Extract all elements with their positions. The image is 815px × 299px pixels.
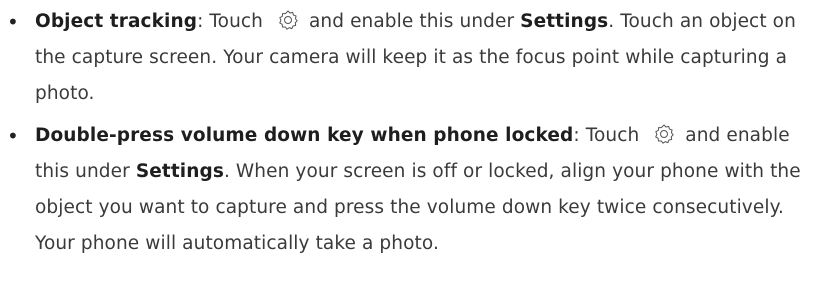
- settings-label: Settings: [135, 161, 224, 182]
- list-item-object-tracking: • Object tracking: Touch and enable this…: [0, 4, 815, 112]
- bullet: •: [7, 124, 19, 148]
- item-text: : Touch: [197, 11, 269, 32]
- list-item-double-press-volume: • Double-press volume down key when phon…: [0, 118, 815, 262]
- bullet: •: [7, 10, 19, 34]
- item-text: and enable this under: [303, 11, 521, 32]
- settings-gear-icon: [277, 9, 299, 31]
- feature-list: • Object tracking: Touch and enable this…: [0, 0, 815, 262]
- item-term: Object tracking: [35, 11, 198, 32]
- settings-label: Settings: [520, 11, 609, 32]
- settings-gear-icon: [653, 123, 675, 145]
- item-term: Double-press volume down key when phone …: [35, 125, 574, 146]
- item-text: : Touch: [573, 125, 646, 146]
